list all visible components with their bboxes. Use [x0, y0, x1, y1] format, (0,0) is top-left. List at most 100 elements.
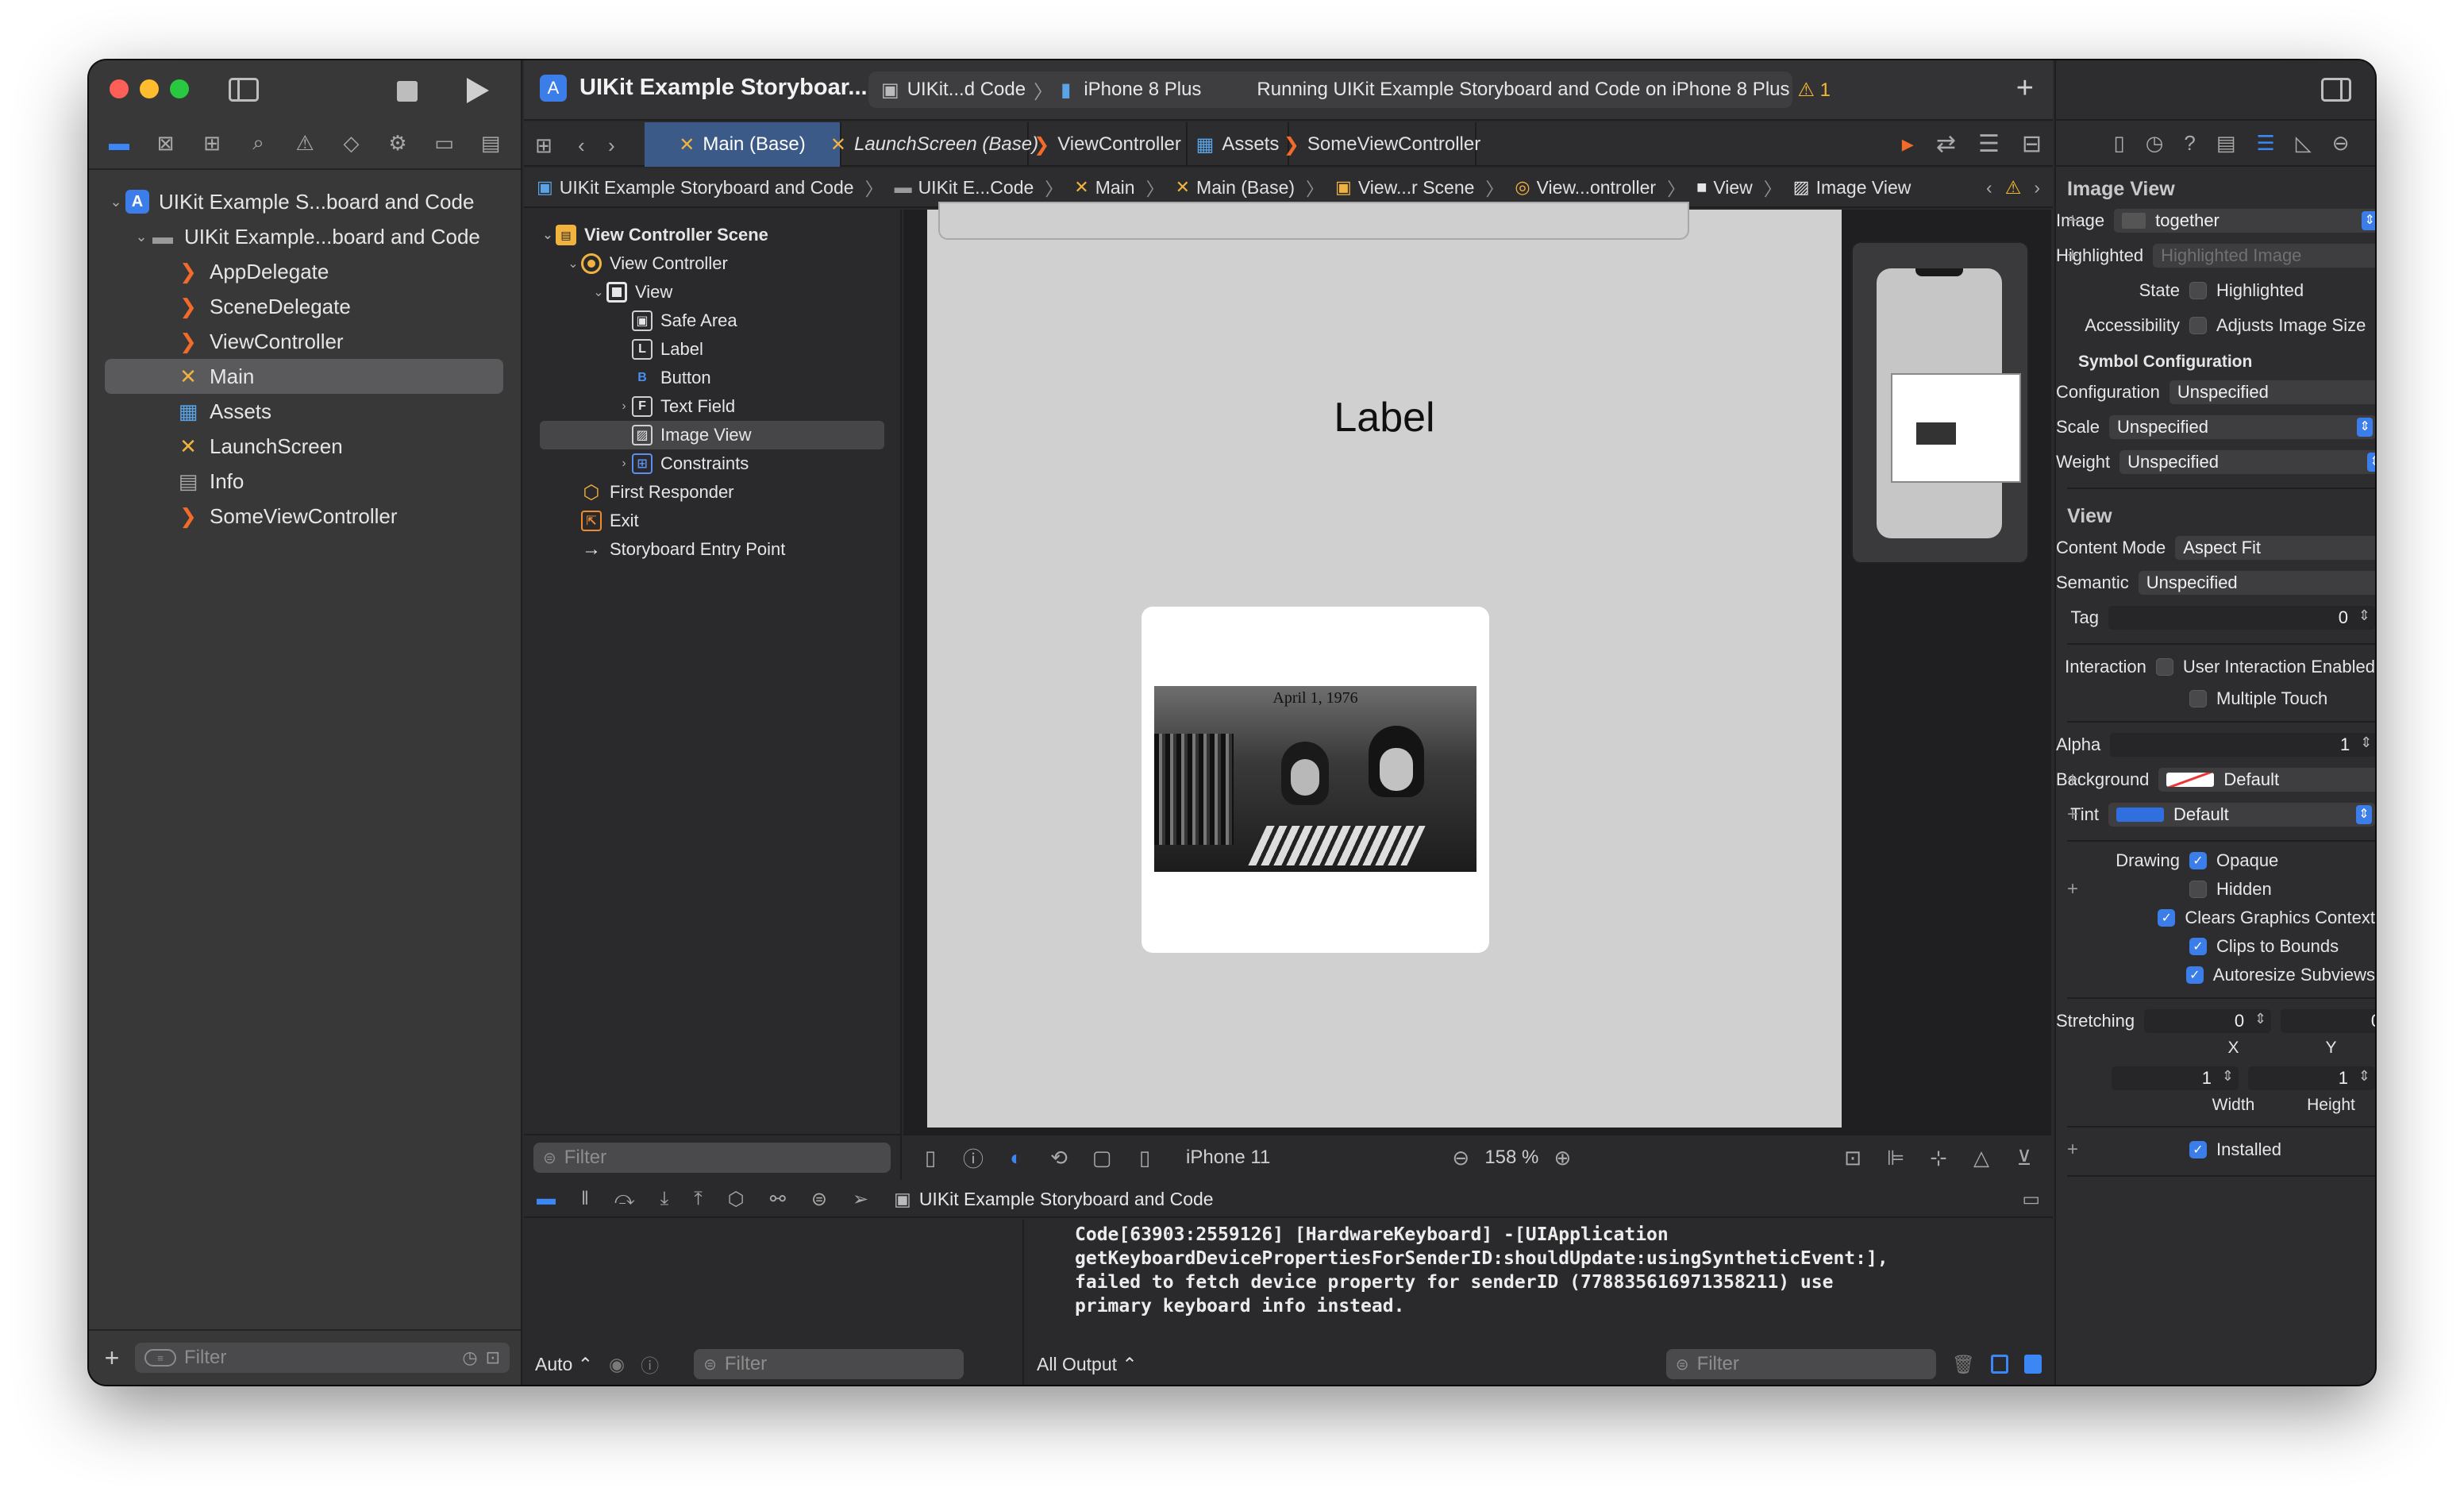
- outline-item[interactable]: L Label: [524, 335, 900, 364]
- device-selector[interactable]: iPhone 11: [1186, 1147, 1270, 1169]
- navigator-item[interactable]: ✕ Main: [105, 359, 503, 394]
- background-color-select[interactable]: Default: [2158, 768, 2375, 792]
- close-window-button[interactable]: [110, 79, 129, 98]
- info-icon[interactable]: ⓘ: [641, 1351, 659, 1378]
- update-frames-icon[interactable]: ⊡: [1842, 1146, 1864, 1170]
- add-variation-icon[interactable]: +: [2067, 245, 2078, 267]
- breadcrumb-item[interactable]: ✕ Main (Base) 〉: [1176, 174, 1329, 201]
- navigator-item[interactable]: ▤ Info: [89, 464, 521, 499]
- variables-filter-input[interactable]: ⊜ Filter: [694, 1349, 964, 1379]
- resolve-icon[interactable]: △: [1970, 1146, 1992, 1170]
- navigator-filter-input[interactable]: ≡ Filter ◷ ⊡: [135, 1343, 510, 1373]
- breadcrumb-item[interactable]: ▣ UIKit Example Storyboard and Code 〉: [537, 174, 888, 201]
- appearance-icon[interactable]: ◐: [1005, 1146, 1027, 1170]
- breakpoint-icon[interactable]: ▭: [429, 131, 460, 156]
- add-icon[interactable]: +: [100, 1343, 124, 1373]
- add-variation-icon[interactable]: +: [2067, 1139, 2078, 1161]
- stretch-x-stepper[interactable]: 0: [2144, 1009, 2272, 1033]
- previous-issue-icon[interactable]: ‹: [1986, 177, 1992, 199]
- hide-debug-icon[interactable]: ▭: [2022, 1188, 2040, 1211]
- stretch-width-stepper[interactable]: 1: [2112, 1066, 2239, 1090]
- back-icon[interactable]: ‹: [578, 133, 585, 158]
- debug-icon[interactable]: ⚙: [382, 131, 414, 156]
- scale-select[interactable]: Unspecified: [2109, 415, 2375, 439]
- disclosure-icon[interactable]: ›: [616, 457, 632, 471]
- breadcrumb-item[interactable]: ▣ View...r Scene 〉: [1335, 174, 1508, 201]
- stretch-y-stepper[interactable]: 0: [2281, 1009, 2375, 1033]
- zoom-in-icon[interactable]: ⊕: [1551, 1146, 1573, 1170]
- outline-item[interactable]: ⌄ ▤ View Controller Scene: [524, 221, 900, 249]
- interface-builder-canvas[interactable]: Label April 1, 1976 ▯ ⓘ ◐ ⟲ ▢ ▯ iPhone 1…: [903, 202, 2051, 1180]
- navigator-item[interactable]: ⌄ ▬ UIKit Example...board and Code: [89, 219, 521, 254]
- view-debugger-icon[interactable]: ⬡: [728, 1188, 745, 1211]
- alpha-stepper[interactable]: 1: [2110, 733, 2375, 757]
- content-mode-select[interactable]: Aspect Fit: [2175, 536, 2375, 560]
- scheme-name[interactable]: UIKit...d Code: [907, 79, 1026, 101]
- layout-icon[interactable]: ▢: [1091, 1146, 1113, 1170]
- opaque-checkbox[interactable]: ✓ Opaque: [2189, 850, 2278, 871]
- label-element[interactable]: Label: [927, 394, 1842, 441]
- device-icon[interactable]: ▯: [1134, 1146, 1156, 1170]
- search-icon[interactable]: ⌕: [243, 130, 275, 156]
- navigator-item[interactable]: ❯ AppDelegate: [89, 254, 521, 289]
- outline-item[interactable]: ▣ Safe Area: [524, 306, 900, 335]
- run-destination[interactable]: iPhone 8 Plus: [1084, 79, 1201, 101]
- stop-icon[interactable]: [397, 81, 418, 102]
- clears-graphics-checkbox[interactable]: ✓ Clears Graphics Context: [2158, 908, 2375, 928]
- outline-item[interactable]: ⌄ View: [524, 278, 900, 306]
- source-control-icon[interactable]: ⊠: [150, 131, 182, 156]
- navigator-item[interactable]: ❯ ViewController: [89, 324, 521, 359]
- minimize-window-button[interactable]: [140, 79, 159, 98]
- navigator-item[interactable]: ✕ LaunchScreen: [89, 429, 521, 464]
- run-icon[interactable]: [467, 78, 489, 103]
- process-name[interactable]: ▣ UIKit Example Storyboard and Code: [894, 1189, 1214, 1210]
- configuration-select[interactable]: Unspecified: [2169, 380, 2375, 404]
- breadcrumb-item[interactable]: ✕ Main 〉: [1074, 174, 1168, 201]
- add-variation-icon[interactable]: +: [2067, 878, 2078, 900]
- breadcrumb-item[interactable]: ▬ UIKit E...Code 〉: [895, 174, 1068, 201]
- file-inspector-icon[interactable]: ▯: [2113, 131, 2124, 156]
- tab-assets[interactable]: ▦ Assets: [1188, 122, 1289, 167]
- tab-viewcontroller[interactable]: ❯ ViewController: [1029, 122, 1188, 167]
- help-inspector-icon[interactable]: ?: [2184, 131, 2195, 156]
- swap-icon[interactable]: ⇄: [1936, 130, 1956, 158]
- tag-stepper[interactable]: 0: [2108, 606, 2375, 630]
- outline-item[interactable]: → Storyboard Entry Point: [524, 535, 900, 564]
- next-issue-icon[interactable]: ›: [2034, 177, 2040, 199]
- test-icon[interactable]: ◇: [336, 131, 368, 156]
- outline-item[interactable]: ⌄ View Controller: [524, 249, 900, 278]
- outline-toggle-icon[interactable]: ▯: [919, 1146, 941, 1170]
- breakpoints-toggle-icon[interactable]: ▬: [537, 1188, 556, 1210]
- outline-item[interactable]: ⇱ Exit: [524, 507, 900, 535]
- accessibility-icon[interactable]: ⓘ: [962, 1143, 984, 1173]
- image-view-photo[interactable]: April 1, 1976: [1154, 686, 1476, 872]
- warning-icon[interactable]: ⚠: [2005, 177, 2022, 199]
- add-variation-icon[interactable]: +: [2067, 804, 2078, 826]
- recent-files-icon[interactable]: ◷: [462, 1347, 477, 1368]
- step-over-icon[interactable]: ⤼: [614, 1188, 635, 1210]
- warning-icon[interactable]: ⚠: [289, 131, 321, 156]
- output-selector[interactable]: All Output ⌃: [1037, 1354, 1138, 1375]
- zoom-window-button[interactable]: [170, 79, 189, 98]
- project-title[interactable]: UIKit Example Storyboar...: [579, 75, 868, 101]
- image-combo[interactable]: together: [2114, 209, 2375, 233]
- inspector-toggle-icon[interactable]: [2321, 78, 2351, 102]
- forward-icon[interactable]: ›: [608, 133, 615, 158]
- align-icon[interactable]: ⊫: [1885, 1146, 1907, 1170]
- disclosure-icon[interactable]: ⌄: [565, 256, 581, 272]
- step-out-icon[interactable]: ⤒: [694, 1188, 703, 1210]
- connections-inspector-icon[interactable]: ⊖: [2332, 131, 2350, 156]
- image-view-card[interactable]: April 1, 1976: [1142, 607, 1489, 953]
- outline-item[interactable]: ▨ Image View: [540, 421, 884, 449]
- size-inspector-icon[interactable]: ◺: [2296, 131, 2312, 156]
- memory-graph-icon[interactable]: ⚯: [770, 1188, 786, 1211]
- stretch-height-stepper[interactable]: 1: [2248, 1066, 2375, 1090]
- weight-select[interactable]: Unspecified: [2119, 450, 2375, 474]
- outline-item[interactable]: B Button: [524, 364, 900, 392]
- hidden-checkbox[interactable]: Hidden: [2189, 879, 2272, 900]
- outline-item[interactable]: ⬡ First Responder: [524, 478, 900, 507]
- trash-icon[interactable]: 🗑: [1952, 1354, 1975, 1375]
- highlighted-checkbox[interactable]: Highlighted: [2189, 280, 2304, 301]
- breadcrumb-item[interactable]: ▨ Image View: [1793, 177, 1912, 199]
- step-in-icon[interactable]: ⤓: [660, 1188, 669, 1210]
